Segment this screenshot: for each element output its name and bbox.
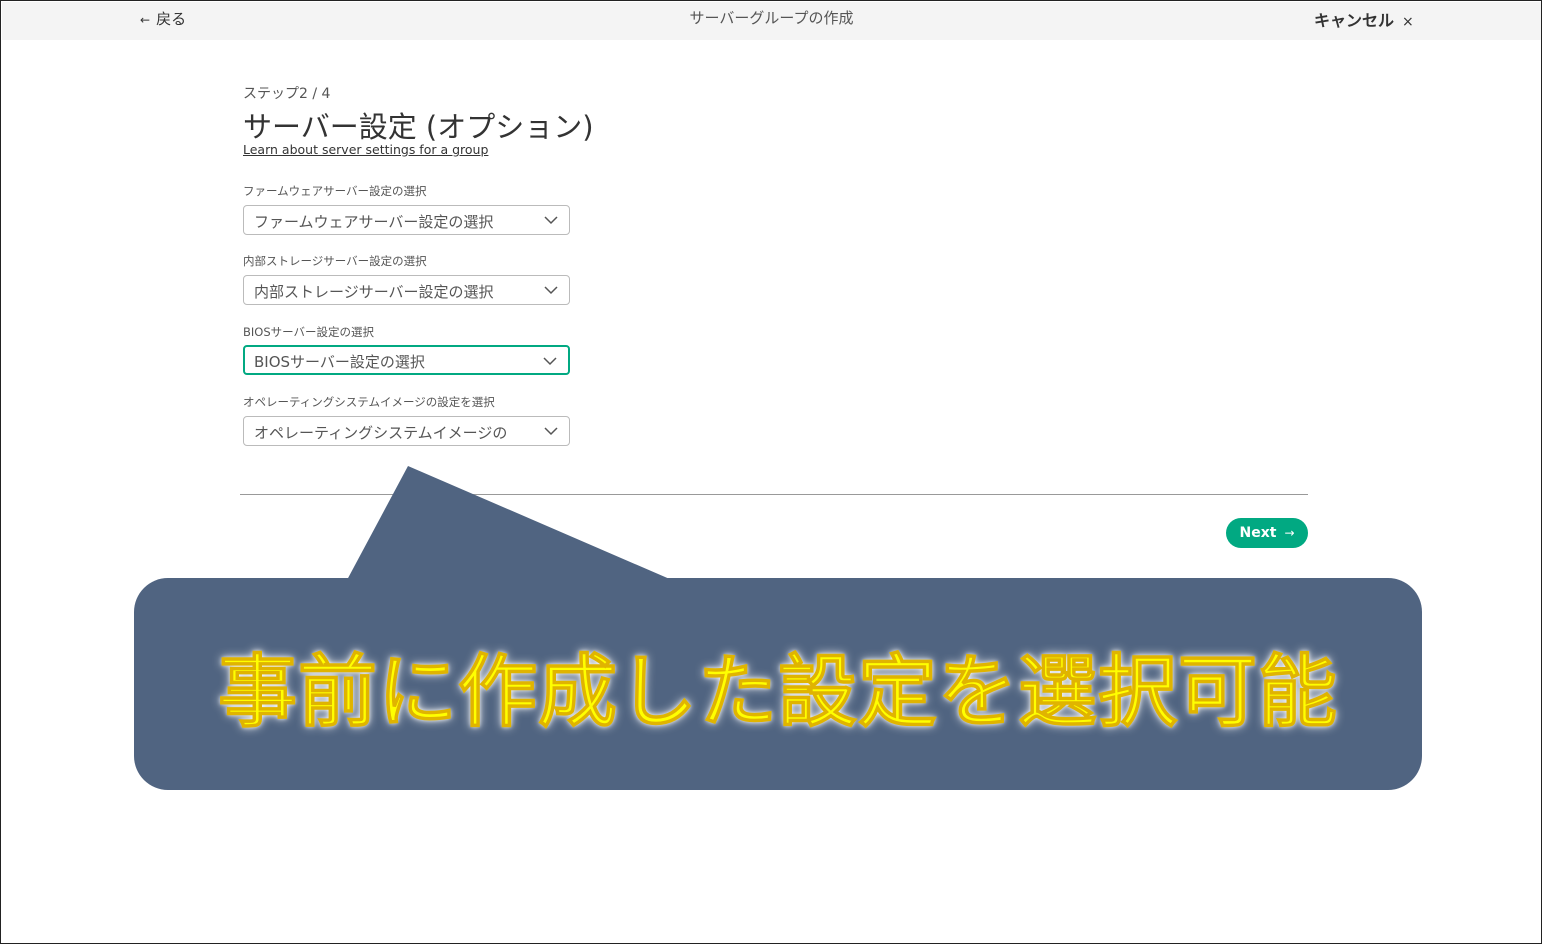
callout-text: 事前に作成した設定を選択可能 [218,645,1338,738]
callout-balloon [134,466,1422,790]
